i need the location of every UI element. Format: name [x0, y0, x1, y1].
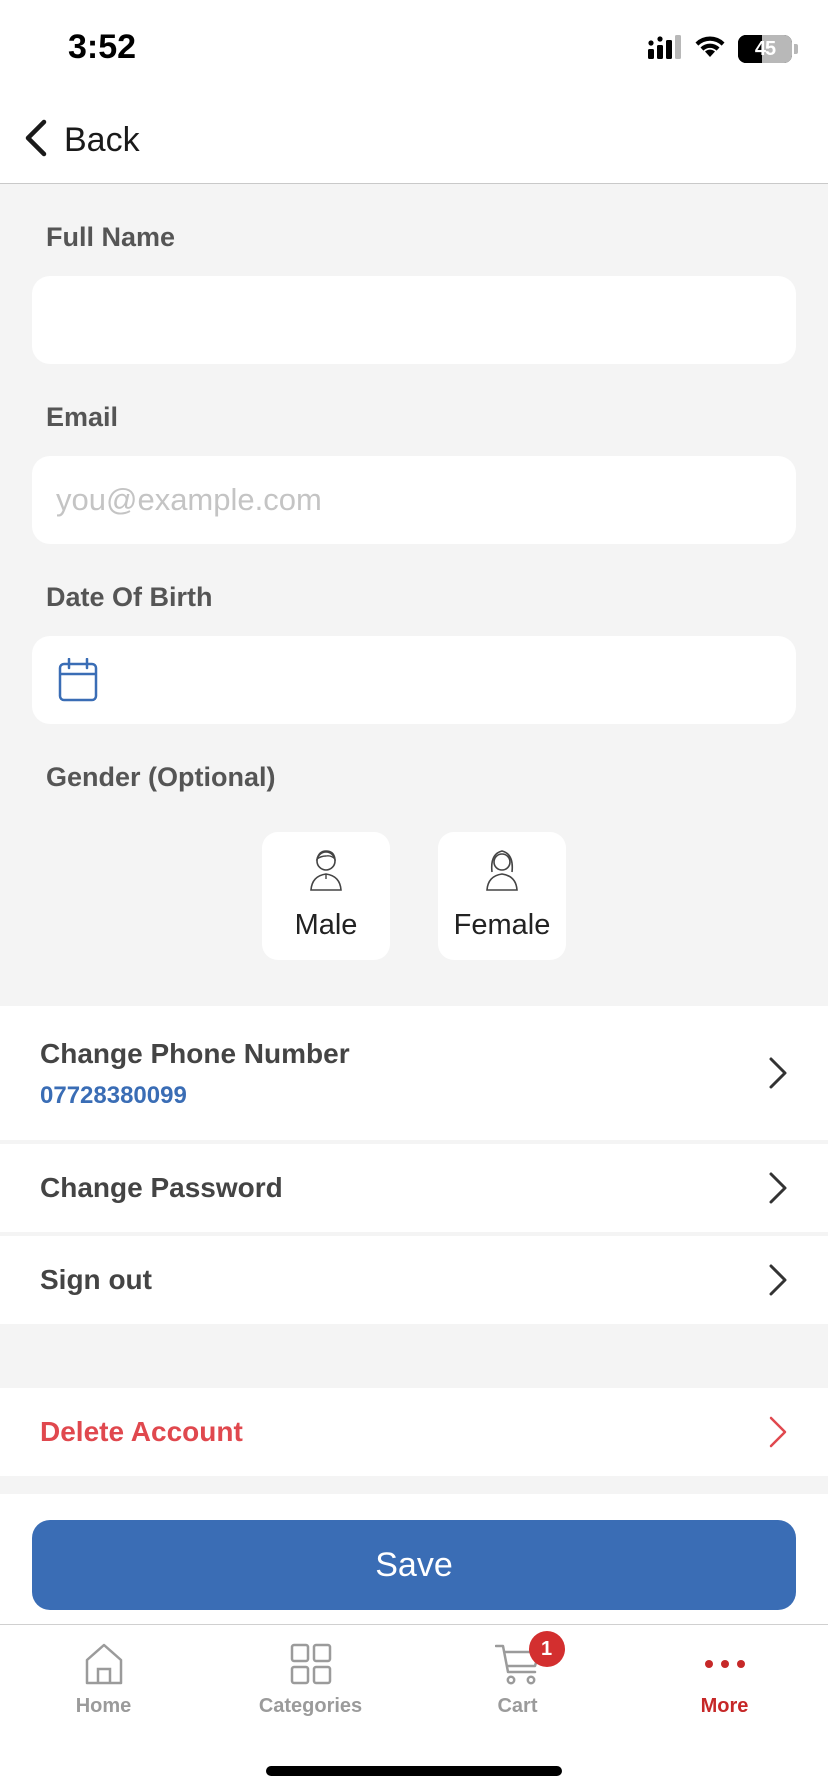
wifi-icon — [694, 35, 726, 64]
gender-label: Gender (Optional) — [46, 762, 276, 792]
full-name-input[interactable] — [32, 276, 796, 364]
chevron-left-icon — [22, 118, 50, 163]
gender-male-option[interactable]: Male — [262, 832, 390, 960]
cart-badge: 1 — [528, 1631, 565, 1667]
change-password-row[interactable]: Change Password — [0, 1144, 828, 1232]
chevron-right-icon — [768, 1171, 788, 1210]
tab-home-label: Home — [75, 1695, 132, 1717]
calendar-icon[interactable] — [58, 657, 98, 707]
tab-categories[interactable]: Categories — [207, 1625, 414, 1745]
home-icon — [84, 1639, 124, 1689]
tab-categories-label: Categories — [258, 1695, 363, 1717]
dob-label: Date Of Birth — [46, 582, 213, 612]
chevron-right-icon — [768, 1263, 788, 1302]
status-time: 3:52 — [68, 28, 137, 66]
back-label: Back — [64, 120, 140, 159]
cellular-signal-icon — [648, 34, 682, 64]
save-button[interactable]: Save — [32, 1520, 796, 1610]
sign-out-label: Sign out — [40, 1264, 152, 1295]
delete-account-row[interactable]: Delete Account — [0, 1388, 828, 1476]
tab-more-label: More — [700, 1695, 749, 1717]
chevron-right-icon — [768, 1415, 788, 1454]
tab-more[interactable]: More — [621, 1625, 828, 1745]
grid-icon — [290, 1639, 332, 1689]
status-bar: 3:52 45 — [0, 0, 828, 96]
email-field[interactable] — [32, 456, 796, 544]
date-of-birth-field[interactable] — [32, 636, 796, 724]
gender-female-label: Female — [453, 909, 551, 941]
phone-number: 07728380099 — [40, 1082, 187, 1109]
battery-icon: 45 — [738, 35, 792, 63]
more-icon — [704, 1639, 746, 1689]
change-password-label: Change Password — [40, 1172, 283, 1203]
full-name-field[interactable] — [32, 276, 796, 364]
cart-icon: 1 — [494, 1631, 565, 1689]
gender-male-label: Male — [294, 909, 358, 941]
email-input[interactable] — [32, 456, 796, 544]
change-phone-row[interactable]: Change Phone Number 07728380099 — [0, 1006, 828, 1140]
sign-out-row[interactable]: Sign out — [0, 1236, 828, 1324]
back-button[interactable]: Back — [22, 116, 140, 164]
tab-cart[interactable]: 1 Cart — [414, 1625, 621, 1745]
battery-level: 45 — [754, 37, 776, 60]
home-indicator — [266, 1766, 562, 1776]
gender-female-option[interactable]: Female — [438, 832, 566, 960]
navigation-bar: Back — [0, 96, 828, 184]
status-icons: 45 — [648, 34, 798, 64]
female-avatar-icon — [485, 848, 519, 897]
full-name-label: Full Name — [46, 222, 176, 252]
male-avatar-icon — [309, 848, 343, 897]
email-label: Email — [46, 402, 119, 432]
tab-home[interactable]: Home — [0, 1625, 207, 1745]
chevron-right-icon — [768, 1056, 788, 1095]
delete-account-label: Delete Account — [40, 1416, 243, 1447]
tab-cart-label: Cart — [497, 1695, 538, 1717]
change-phone-label: Change Phone Number — [40, 1038, 350, 1069]
